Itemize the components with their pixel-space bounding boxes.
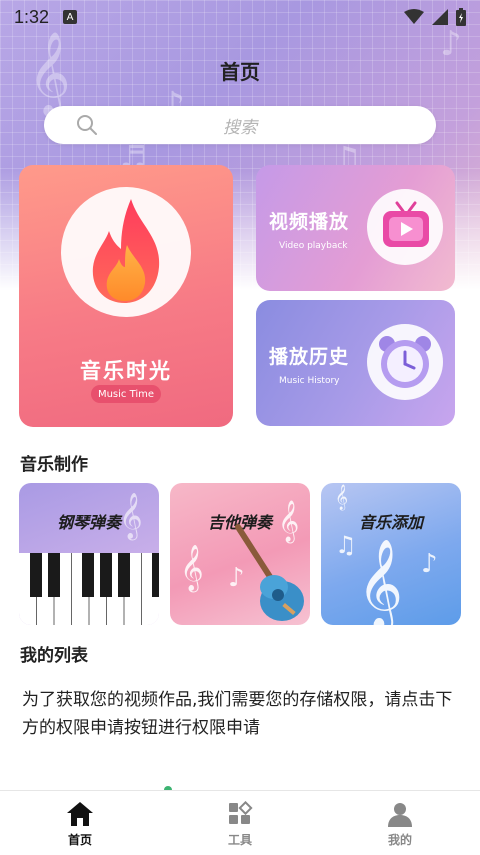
search-bar[interactable]: 搜索: [44, 106, 436, 144]
video-playback-title: 视频播放: [269, 211, 350, 233]
my-list-title: 我的列表: [20, 646, 88, 666]
play-history-title: 播放历史: [269, 346, 350, 368]
music-note-decoration: ♪: [421, 549, 438, 579]
flame-icon: [61, 187, 191, 317]
notification-icon: A: [63, 10, 78, 24]
nav-profile[interactable]: 我的: [320, 791, 480, 855]
nav-tools[interactable]: 工具: [160, 791, 320, 855]
status-time: 1:32: [14, 6, 50, 27]
signal-icon: [432, 9, 448, 25]
piano-tile[interactable]: 钢琴弹奏 𝄞: [19, 483, 159, 625]
guitar-icon: [235, 524, 304, 621]
bottom-nav: 首页 工具 我的: [0, 790, 480, 855]
music-time-card[interactable]: 音乐时光 Music Time: [19, 165, 233, 427]
tools-icon: [229, 801, 253, 824]
video-playback-subtitle: Video playback: [279, 241, 348, 251]
music-making-title: 音乐制作: [20, 455, 88, 475]
status-bar: 1:32 A: [0, 0, 480, 34]
treble-clef-icon: 𝄞: [357, 539, 404, 625]
video-playback-card[interactable]: 视频播放 Video playback: [256, 165, 455, 291]
music-add-tile[interactable]: 音乐添加 𝄞 ♫ ♪ 𝄞: [321, 483, 461, 625]
music-note-decoration: ♫: [335, 531, 357, 559]
music-note-decoration: 𝄞: [335, 485, 349, 510]
profile-icon: [388, 803, 412, 827]
music-add-tile-label: 音乐添加: [358, 513, 423, 532]
page-title: 首页: [220, 60, 260, 84]
nav-tools-label: 工具: [227, 833, 252, 847]
permission-message: 为了获取您的视频作品,我们需要您的存储权限，请点击下方的权限申请按钮进行权限申请: [22, 690, 453, 738]
home-icon: [67, 802, 93, 826]
piano-keys-icon: [19, 553, 159, 625]
nav-home[interactable]: 首页: [0, 791, 160, 855]
music-time-subtitle: Music Time: [91, 385, 161, 403]
music-note-decoration: 𝄞: [119, 493, 143, 539]
play-history-card[interactable]: 播放历史 Music History: [256, 300, 455, 426]
wifi-icon: [404, 9, 424, 24]
search-placeholder: 搜索: [223, 117, 257, 138]
battery-icon: [456, 8, 466, 26]
alarm-clock-icon: [367, 324, 443, 400]
music-note-decoration: 𝄞: [180, 545, 204, 591]
music-time-title: 音乐时光: [80, 359, 172, 383]
nav-home-label: 首页: [67, 833, 92, 847]
play-history-subtitle: Music History: [279, 376, 340, 386]
nav-profile-label: 我的: [387, 833, 412, 847]
guitar-tile[interactable]: 吉他弹奏 𝄞 𝄞 ♪: [170, 483, 310, 625]
tv-icon: [367, 189, 443, 265]
